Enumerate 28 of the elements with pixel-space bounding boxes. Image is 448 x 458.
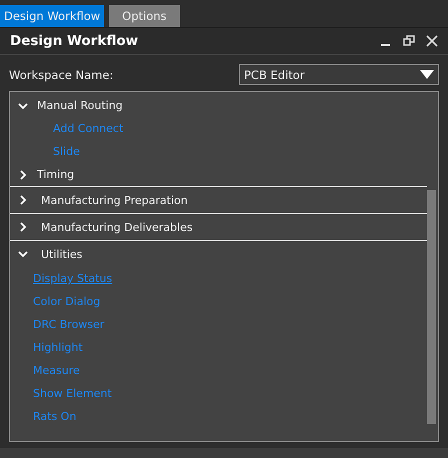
workflow-link[interactable]: Display Status	[33, 272, 112, 285]
chevron-down-icon[interactable]	[18, 100, 28, 110]
close-icon[interactable]	[426, 35, 438, 47]
section-header[interactable]: Utilities	[41, 248, 82, 260]
section-header[interactable]: Manual Routing	[37, 99, 123, 112]
restore-icon[interactable]	[403, 35, 415, 47]
dropdown-arrow-icon	[420, 70, 434, 80]
workspace-dropdown[interactable]: PCB Editor	[239, 64, 439, 85]
workspace-label: Workspace Name:	[9, 68, 114, 82]
panel-tab[interactable]: Options	[109, 5, 180, 27]
workflow-link[interactable]: Color Dialog	[33, 295, 100, 308]
panel-title: Design Workflow	[10, 33, 138, 49]
section-header[interactable]: Timing	[37, 168, 74, 181]
chevron-right-icon[interactable]	[18, 170, 28, 180]
workflow-link[interactable]: DRC Browser	[33, 318, 104, 331]
workflow-link[interactable]: Slide	[53, 145, 80, 158]
workflow-link[interactable]: Show Element	[33, 387, 112, 400]
workflow-link[interactable]: Highlight	[33, 341, 83, 354]
panel-tab[interactable]: Design Workflow	[0, 5, 104, 27]
section-header[interactable]: Manufacturing Preparation	[41, 194, 188, 206]
workflow-link[interactable]: Rats On	[33, 410, 76, 423]
workflow-link[interactable]: Add Connect	[53, 122, 124, 135]
chevron-right-icon[interactable]	[18, 222, 28, 232]
chevron-right-icon[interactable]	[18, 195, 28, 205]
chevron-down-icon[interactable]	[18, 249, 28, 259]
section-header[interactable]: Manufacturing Deliverables	[41, 220, 193, 234]
scrollbar-thumb[interactable]	[427, 190, 436, 424]
workflow-link[interactable]: Measure	[33, 364, 80, 377]
